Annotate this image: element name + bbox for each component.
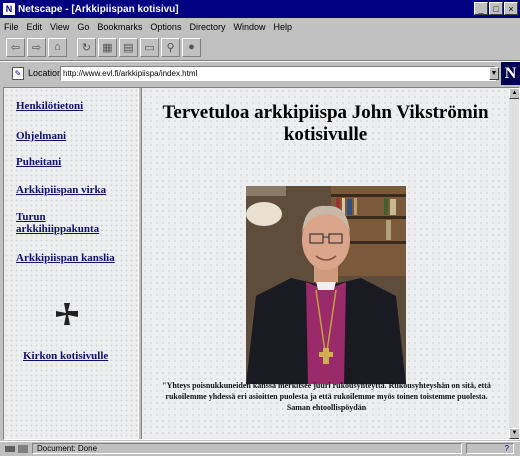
menu-go[interactable]: Go (77, 22, 89, 32)
status-help-icon[interactable]: ? (466, 443, 514, 454)
menu-bookmarks[interactable]: Bookmarks (97, 22, 142, 32)
toolbar-divider (0, 60, 520, 62)
window-title: Netscape - [Arkkipiispan kotisivu] (18, 3, 179, 15)
nav-link-turun-arkkihiippakunta[interactable]: Turun arkkihiippakunta (16, 211, 106, 235)
nav-link-arkkipiispan-virka[interactable]: Arkkipiispan virka (16, 184, 106, 196)
security-key-icon[interactable] (4, 444, 30, 454)
location-bar: ✎ Location: http://www.evl.fi/arkkipiisp… (0, 63, 520, 85)
cross-icon (56, 303, 78, 325)
nav-link-henkilotietoni[interactable]: Henkilötietoni (16, 100, 83, 112)
stop-icon[interactable]: ● (182, 37, 201, 57)
menu-options[interactable]: Options (150, 22, 181, 32)
page-title: Tervetuloa arkkipiispa John Vikströmin k… (162, 102, 489, 145)
nav-link-ohjelmani[interactable]: Ohjelmani (16, 130, 66, 142)
open-icon[interactable]: ▤ (119, 37, 138, 57)
scroll-down-icon[interactable]: ▼ (509, 428, 519, 439)
images-icon[interactable]: ▦ (98, 37, 117, 57)
close-button[interactable]: × (504, 2, 518, 15)
title-bar: N Netscape - [Arkkipiispan kotisivu] _ □… (0, 0, 520, 18)
vertical-scrollbar[interactable]: ▲ ▼ (509, 88, 519, 439)
menu-edit[interactable]: Edit (27, 22, 43, 32)
location-dropdown-icon[interactable]: ▼ (489, 67, 499, 80)
archbishop-photo (246, 186, 406, 384)
nav-link-kirkon-kotisivulle[interactable]: Kirkon kotisivulle (23, 350, 108, 362)
menu-window[interactable]: Window (233, 22, 265, 32)
menu-bar: File Edit View Go Bookmarks Options Dire… (0, 19, 520, 34)
quote-text: "Yhteys poisnukkuneiden kanssa merkitsee… (162, 381, 491, 412)
back-icon[interactable]: ⇦ (6, 37, 25, 57)
menu-directory[interactable]: Directory (189, 22, 225, 32)
scroll-up-icon[interactable]: ▲ (509, 88, 519, 99)
netscape-app-icon[interactable]: N (3, 3, 15, 15)
location-input[interactable]: http://www.evl.fi/arkkipiispa/index.html (60, 66, 496, 81)
menu-help[interactable]: Help (273, 22, 292, 32)
toolbar: ⇦ ⇨ ⌂ ↻ ▦ ▤ ▭ ⚲ ● (6, 36, 203, 58)
minimize-button[interactable]: _ (474, 2, 488, 15)
content-area: Henkilötietoni Ohjelmani Puheitani Arkki… (3, 87, 520, 440)
home-icon[interactable]: ⌂ (48, 37, 67, 57)
main-frame: Tervetuloa arkkipiispa John Vikströmin k… (142, 88, 509, 439)
reload-icon[interactable]: ↻ (77, 37, 96, 57)
netscape-logo[interactable]: N (501, 62, 520, 85)
nav-frame: Henkilötietoni Ohjelmani Puheitani Arkki… (4, 88, 138, 439)
window-controls: _ □ × (474, 2, 518, 15)
find-icon[interactable]: ⚲ (161, 37, 180, 57)
browser-window: N Netscape - [Arkkipiispan kotisivu] _ □… (0, 0, 520, 455)
forward-icon[interactable]: ⇨ (27, 37, 46, 57)
status-bar: Document: Done ? (0, 441, 520, 456)
nav-link-puheitani[interactable]: Puheitani (16, 156, 61, 168)
status-text: Document: Done (32, 443, 462, 454)
nav-link-arkkipiispan-kanslia[interactable]: Arkkipiispan kanslia (16, 252, 115, 264)
bookmark-page-icon[interactable]: ✎ (12, 67, 24, 80)
menu-view[interactable]: View (50, 22, 69, 32)
maximize-button[interactable]: □ (489, 2, 503, 15)
print-icon[interactable]: ▭ (140, 37, 159, 57)
menu-file[interactable]: File (4, 22, 19, 32)
